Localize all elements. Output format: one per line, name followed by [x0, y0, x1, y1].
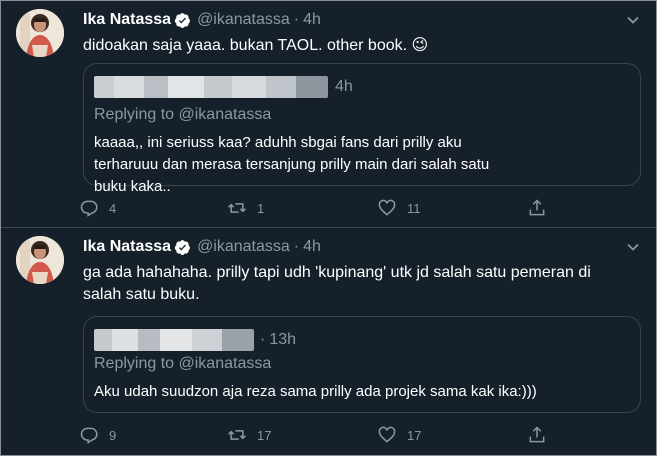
- tweet[interactable]: Ika Natassa @ikanatassa · 4h ga ada haha…: [1, 228, 656, 455]
- quoted-tweet-text: kaaaa,, ini seriuss kaa? aduhh sbgai fan…: [94, 134, 490, 195]
- share-button[interactable]: [527, 424, 547, 446]
- retweet-button[interactable]: 1: [227, 197, 264, 219]
- reply-icon: [80, 200, 98, 217]
- separator: ·: [260, 331, 266, 348]
- tweet-text: didoakan saja yaaa. bukan TAOL. other bo…: [83, 37, 429, 54]
- reply-count: 4: [109, 200, 117, 216]
- tweet[interactable]: Ika Natassa @ikanatassa · 4h didoakan sa…: [1, 1, 656, 228]
- quoted-tweet[interactable]: · 13h Replying to @ikanatassa Aku udah s…: [83, 316, 641, 413]
- author-name[interactable]: Ika Natassa: [83, 11, 171, 29]
- quoted-tweet-header: 4h: [94, 76, 353, 98]
- retweet-button[interactable]: 17: [227, 424, 271, 446]
- separator: ·: [293, 238, 300, 255]
- timestamp[interactable]: 4h: [303, 11, 321, 29]
- heart-icon: [378, 199, 396, 216]
- tweet-text: ga ada hahahaha. prilly tapi udh 'kupina…: [83, 264, 591, 303]
- avatar[interactable]: [16, 9, 64, 57]
- retweet-count: 1: [257, 200, 265, 216]
- reply-count: 9: [109, 427, 117, 443]
- author-handle[interactable]: @ikanatassa: [197, 11, 290, 29]
- quoted-timestamp[interactable]: 13h: [269, 331, 296, 349]
- quoted-timestamp[interactable]: 4h: [335, 78, 353, 96]
- heart-icon: [378, 426, 396, 443]
- replying-to-handle[interactable]: @ikanatassa: [179, 355, 272, 372]
- like-button[interactable]: 11: [377, 197, 421, 219]
- author-handle[interactable]: @ikanatassa: [197, 238, 290, 256]
- author-name[interactable]: Ika Natassa: [83, 238, 171, 256]
- quoted-tweet[interactable]: 4h Replying to @ikanatassa kaaaa,, ini s…: [83, 63, 641, 195]
- share-icon: [529, 426, 545, 443]
- tweet-actions: 4 1 11: [79, 197, 559, 219]
- chevron-down-icon[interactable]: [626, 240, 640, 254]
- replying-to: Replying to @ikanatassa: [94, 355, 271, 373]
- chevron-down-icon[interactable]: [626, 13, 640, 27]
- retweet-icon: [228, 430, 246, 440]
- like-count: 17: [407, 427, 422, 443]
- redacted-author: [94, 76, 328, 98]
- tweet-header: Ika Natassa @ikanatassa · 4h: [83, 9, 321, 31]
- timestamp[interactable]: 4h: [303, 238, 321, 256]
- reply-button[interactable]: 9: [79, 424, 116, 446]
- share-button[interactable]: [527, 197, 547, 219]
- separator: ·: [293, 11, 300, 28]
- redacted-author: [94, 329, 254, 351]
- reply-icon: [80, 427, 98, 444]
- tweet-header: Ika Natassa @ikanatassa · 4h: [83, 236, 321, 258]
- tweet-actions: 9 17 17: [79, 424, 559, 446]
- like-count: 11: [407, 200, 421, 216]
- share-icon: [529, 199, 545, 216]
- retweet-count: 17: [257, 427, 272, 443]
- quoted-tweet-header: · 13h: [94, 329, 296, 351]
- replying-to-handle[interactable]: @ikanatassa: [179, 106, 272, 123]
- verified-badge-icon: [174, 239, 191, 256]
- replying-to-label: Replying to: [94, 355, 175, 372]
- like-button[interactable]: 17: [377, 424, 421, 446]
- verified-badge-icon: [174, 12, 191, 29]
- replying-to: Replying to @ikanatassa: [94, 106, 271, 124]
- retweet-icon: [228, 203, 246, 213]
- avatar[interactable]: [16, 236, 64, 284]
- quoted-tweet-text: Aku udah suudzon aja reza sama prilly ad…: [94, 383, 537, 400]
- replying-to-label: Replying to: [94, 106, 175, 123]
- reply-button[interactable]: 4: [79, 197, 116, 219]
